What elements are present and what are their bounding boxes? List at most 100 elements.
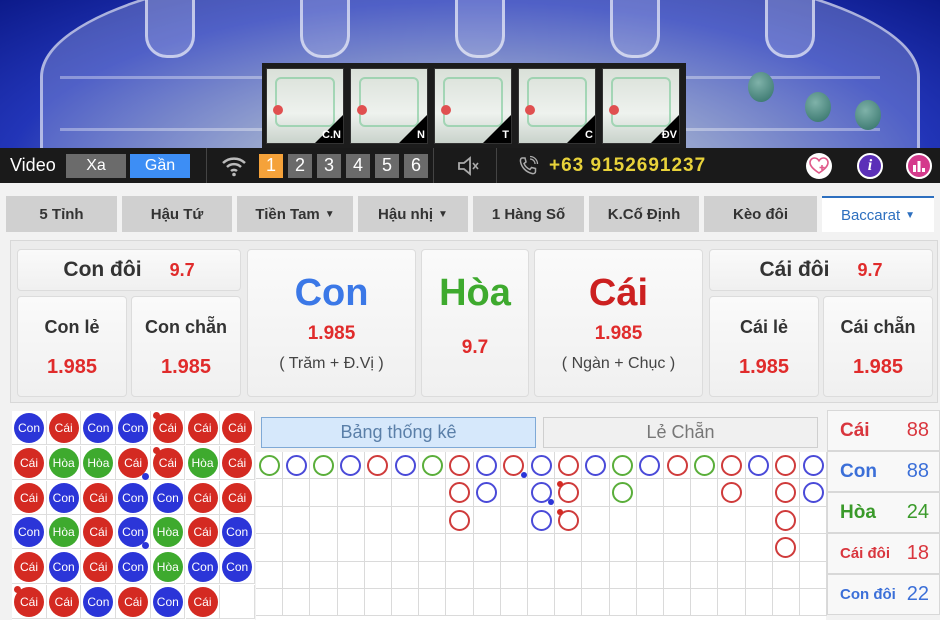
count-label: Hòa [840,501,876,523]
bead-cell: Con [116,480,151,515]
camera-thumbnail[interactable]: ĐV [602,68,680,144]
road-result [584,455,606,476]
camera-thumbnail[interactable]: N [350,68,428,144]
tab-statistics[interactable]: Bảng thống kê [261,417,536,448]
bet-title: Hòa [439,272,511,314]
tab-1-h-ng-s-[interactable]: 1 Hàng Số [473,196,584,232]
bet-con-le[interactable]: Con lẻ 1.985 [17,296,127,397]
camera-button-2[interactable]: 2 [288,153,312,178]
camera-button-4[interactable]: 4 [346,153,370,178]
bet-title: Con [294,272,369,314]
camera-button-6[interactable]: 6 [404,153,428,178]
road-cell [473,534,501,562]
camera-thumbnail[interactable]: T [434,68,512,144]
thumbnail-ball [609,105,619,115]
bead-result: Cái [48,587,79,617]
road-cell [446,589,474,617]
road-cell [664,479,692,507]
road-cell [310,479,338,507]
road-cell [691,589,719,617]
road-cell [691,561,719,589]
bet-odds: 1.985 [594,323,643,344]
bead-result: Cái [14,447,44,478]
bet-hoa[interactable]: Hòa 9.7 [421,249,529,397]
tab-k-o-i[interactable]: Kèo đôi [704,196,817,232]
bet-note: ( Ngàn + Chục ) [561,355,676,372]
road-cell [528,561,556,589]
bet-cai-doi[interactable]: Cái đôi 9.7 [709,249,933,291]
thumbnail-label: T [502,129,509,141]
bet-con-chan[interactable]: Con chẵn 1.985 [131,296,241,397]
road-cell [283,534,311,562]
road-cell [800,534,828,562]
thumbnail-label: C.N [322,129,341,141]
bet-odds: 1.985 [738,356,790,378]
road-cell [392,589,420,617]
speaker-icon[interactable] [454,154,484,178]
camera-button-5[interactable]: 5 [375,153,399,178]
road-cell [364,479,392,507]
bead-cell: Cái [116,585,151,619]
road-cell [664,506,692,535]
camera-button-3[interactable]: 3 [317,153,341,178]
camera-thumbnail[interactable]: C [518,68,596,144]
tab-ti-n-tam[interactable]: Tiền Tam ▼ [237,196,353,232]
bead-cell: Hòa [81,445,116,480]
camera-thumbnail[interactable]: C.N [266,68,344,144]
bead-result: Con [152,587,183,617]
road-cell [691,506,719,535]
count-label: Con đôi [840,586,896,603]
tab-odd-even[interactable]: Lẻ Chẵn [543,417,818,448]
tab-label: Tiền Tam [255,205,320,223]
bet-cai-le[interactable]: Cái lẻ 1.985 [709,296,819,397]
info-icon[interactable]: i [857,153,883,179]
camera-button-1[interactable]: 1 [259,153,283,178]
bead-cell: Cái [12,480,47,515]
road-cell [691,479,719,507]
tab-h-u-t-[interactable]: Hậu Tứ [122,196,232,232]
bet-con-doi[interactable]: Con đôi 9.7 [17,249,241,291]
road-cell [446,534,474,562]
tab-label: 1 Hàng Số [491,205,566,223]
bet-odds: 9.7 [857,259,883,280]
road-cell [582,589,610,617]
bead-result: Con [83,413,114,443]
bead-cell: Cái [220,445,255,480]
bead-cell: Cái [185,585,220,619]
bet-cai[interactable]: Cái 1.985 ( Ngàn + Chục ) [534,249,703,397]
bead-result: Cái [187,587,218,617]
tab-label: Hậu Tứ [150,205,204,223]
tab-h-u-nh-[interactable]: Hậu nhị ▼ [358,196,468,232]
wifi-icon[interactable] [219,154,249,178]
road-cell [364,534,392,562]
bet-label: Con đôi [63,258,142,281]
tab-baccarat[interactable]: Baccarat ▼ [822,196,934,232]
bead-result: Cái [14,482,44,513]
favorite-add-icon[interactable] [806,153,832,179]
bead-cell: Con [12,411,47,445]
road-result [720,455,742,476]
bead-cell: Hòa [150,550,186,585]
chevron-down-icon: ▼ [905,209,916,221]
tab-5-t-nh[interactable]: 5 Tỉnh [6,196,117,232]
chart-icon[interactable] [906,153,932,179]
road-cell [718,561,746,589]
hotline-number: +63 9152691237 [549,154,707,176]
bet-con[interactable]: Con 1.985 ( Trăm + Đ.Vị ) [247,249,416,397]
pair-marker [557,508,564,515]
road-cell [337,534,365,562]
count-value: 24 [906,501,929,523]
road-cell [364,589,392,617]
near-view-button[interactable]: Gần [130,153,190,178]
bet-label: Cái lẻ [739,317,789,337]
far-view-button[interactable]: Xa [66,153,126,178]
bead-result: Hòa [83,447,114,478]
bead-cell: Con [81,585,116,619]
road-result [802,455,824,476]
road-cell [772,561,800,589]
bet-cai-chan[interactable]: Cái chẵn 1.985 [823,296,933,397]
tab-k-c-nh[interactable]: K.Cố Định [589,196,699,232]
road-result [530,509,552,531]
drum-tube [455,0,505,58]
road-cell [500,479,528,507]
